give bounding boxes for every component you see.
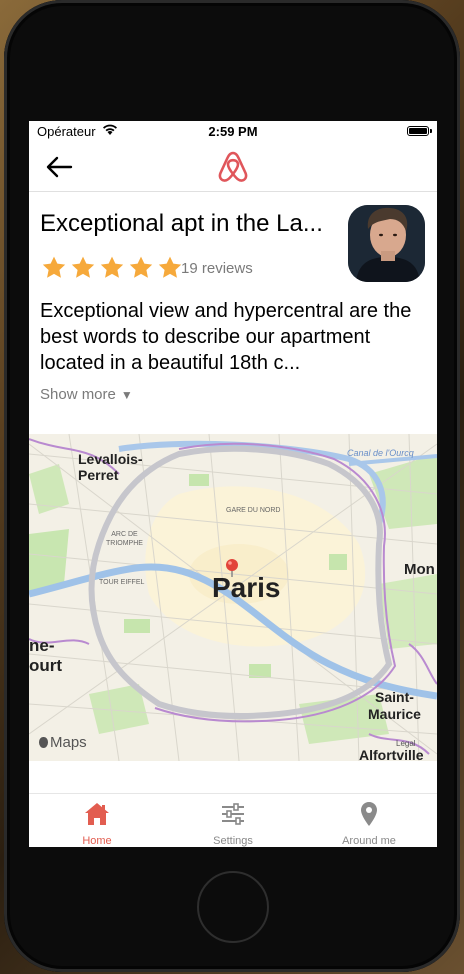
reviews-count[interactable]: 19 reviews xyxy=(181,260,253,277)
tab-home-label: Home xyxy=(82,835,112,847)
host-avatar[interactable] xyxy=(348,205,425,282)
map-label-arc: ARC DE TRIOMPHE xyxy=(106,531,143,547)
show-more-button[interactable]: Show more ▼ xyxy=(40,386,133,403)
clock: 2:59 PM xyxy=(208,124,258,139)
tab-settings-label: Settings xyxy=(213,835,253,847)
home-button[interactable] xyxy=(197,871,269,943)
map-label-tour-eiffel: TOUR EIFFEL xyxy=(99,579,145,586)
show-more-label: Show more xyxy=(40,386,116,403)
tab-around-me-label: Around me xyxy=(342,835,396,847)
battery-icon xyxy=(407,126,432,136)
map-label-canal: Canal de l'Ourcq xyxy=(347,448,414,458)
tab-settings[interactable]: Settings xyxy=(165,794,301,847)
star-icon xyxy=(158,256,182,278)
listing-description: Exceptional view and hypercentral are th… xyxy=(40,300,412,374)
map-label-boulogne: ne- ourt xyxy=(29,636,63,675)
triangle-down-icon: ▼ xyxy=(120,388,133,402)
star-icon xyxy=(42,256,66,278)
map-label-levallois: Levallois- Perret xyxy=(78,451,143,483)
maps-label: Maps xyxy=(50,734,87,751)
rating-stars xyxy=(41,255,186,281)
map-view[interactable]: Levallois- Perret GARE DU NORD ARC DE TR… xyxy=(29,434,437,761)
status-bar: Opérateur 2:59 PM xyxy=(29,121,437,143)
tab-home[interactable]: Home xyxy=(29,794,165,847)
apple-maps-attribution: Maps xyxy=(39,734,87,751)
apple-logo-icon xyxy=(39,737,48,748)
host-photo xyxy=(348,205,425,282)
home-icon xyxy=(85,803,109,825)
star-icon xyxy=(100,256,124,278)
sliders-icon xyxy=(222,803,244,825)
location-pin-icon xyxy=(361,802,377,826)
map-label-paris: Paris xyxy=(212,572,281,603)
arrow-left-icon[interactable] xyxy=(41,153,77,181)
tab-around-me[interactable]: Around me xyxy=(301,794,437,847)
nav-bar xyxy=(29,143,437,192)
airbnb-logo-icon xyxy=(218,151,248,182)
listing-title: Exceptional apt in the La... xyxy=(40,210,323,237)
star-icon xyxy=(129,256,153,278)
tab-bar: Home Settings Around me xyxy=(29,793,437,847)
app-screen: Opérateur 2:59 PM Exceptional apt in the… xyxy=(29,121,437,847)
map-label-gare-du-nord: GARE DU NORD xyxy=(226,507,281,514)
map-label-alfortville: Alfortville xyxy=(359,747,424,761)
star-icon xyxy=(71,256,95,278)
map-label-saint-maurice: Saint- Maurice xyxy=(368,689,421,722)
map-legal-link[interactable]: Legal xyxy=(396,739,416,748)
map-label-mont: Mon xyxy=(404,561,435,578)
